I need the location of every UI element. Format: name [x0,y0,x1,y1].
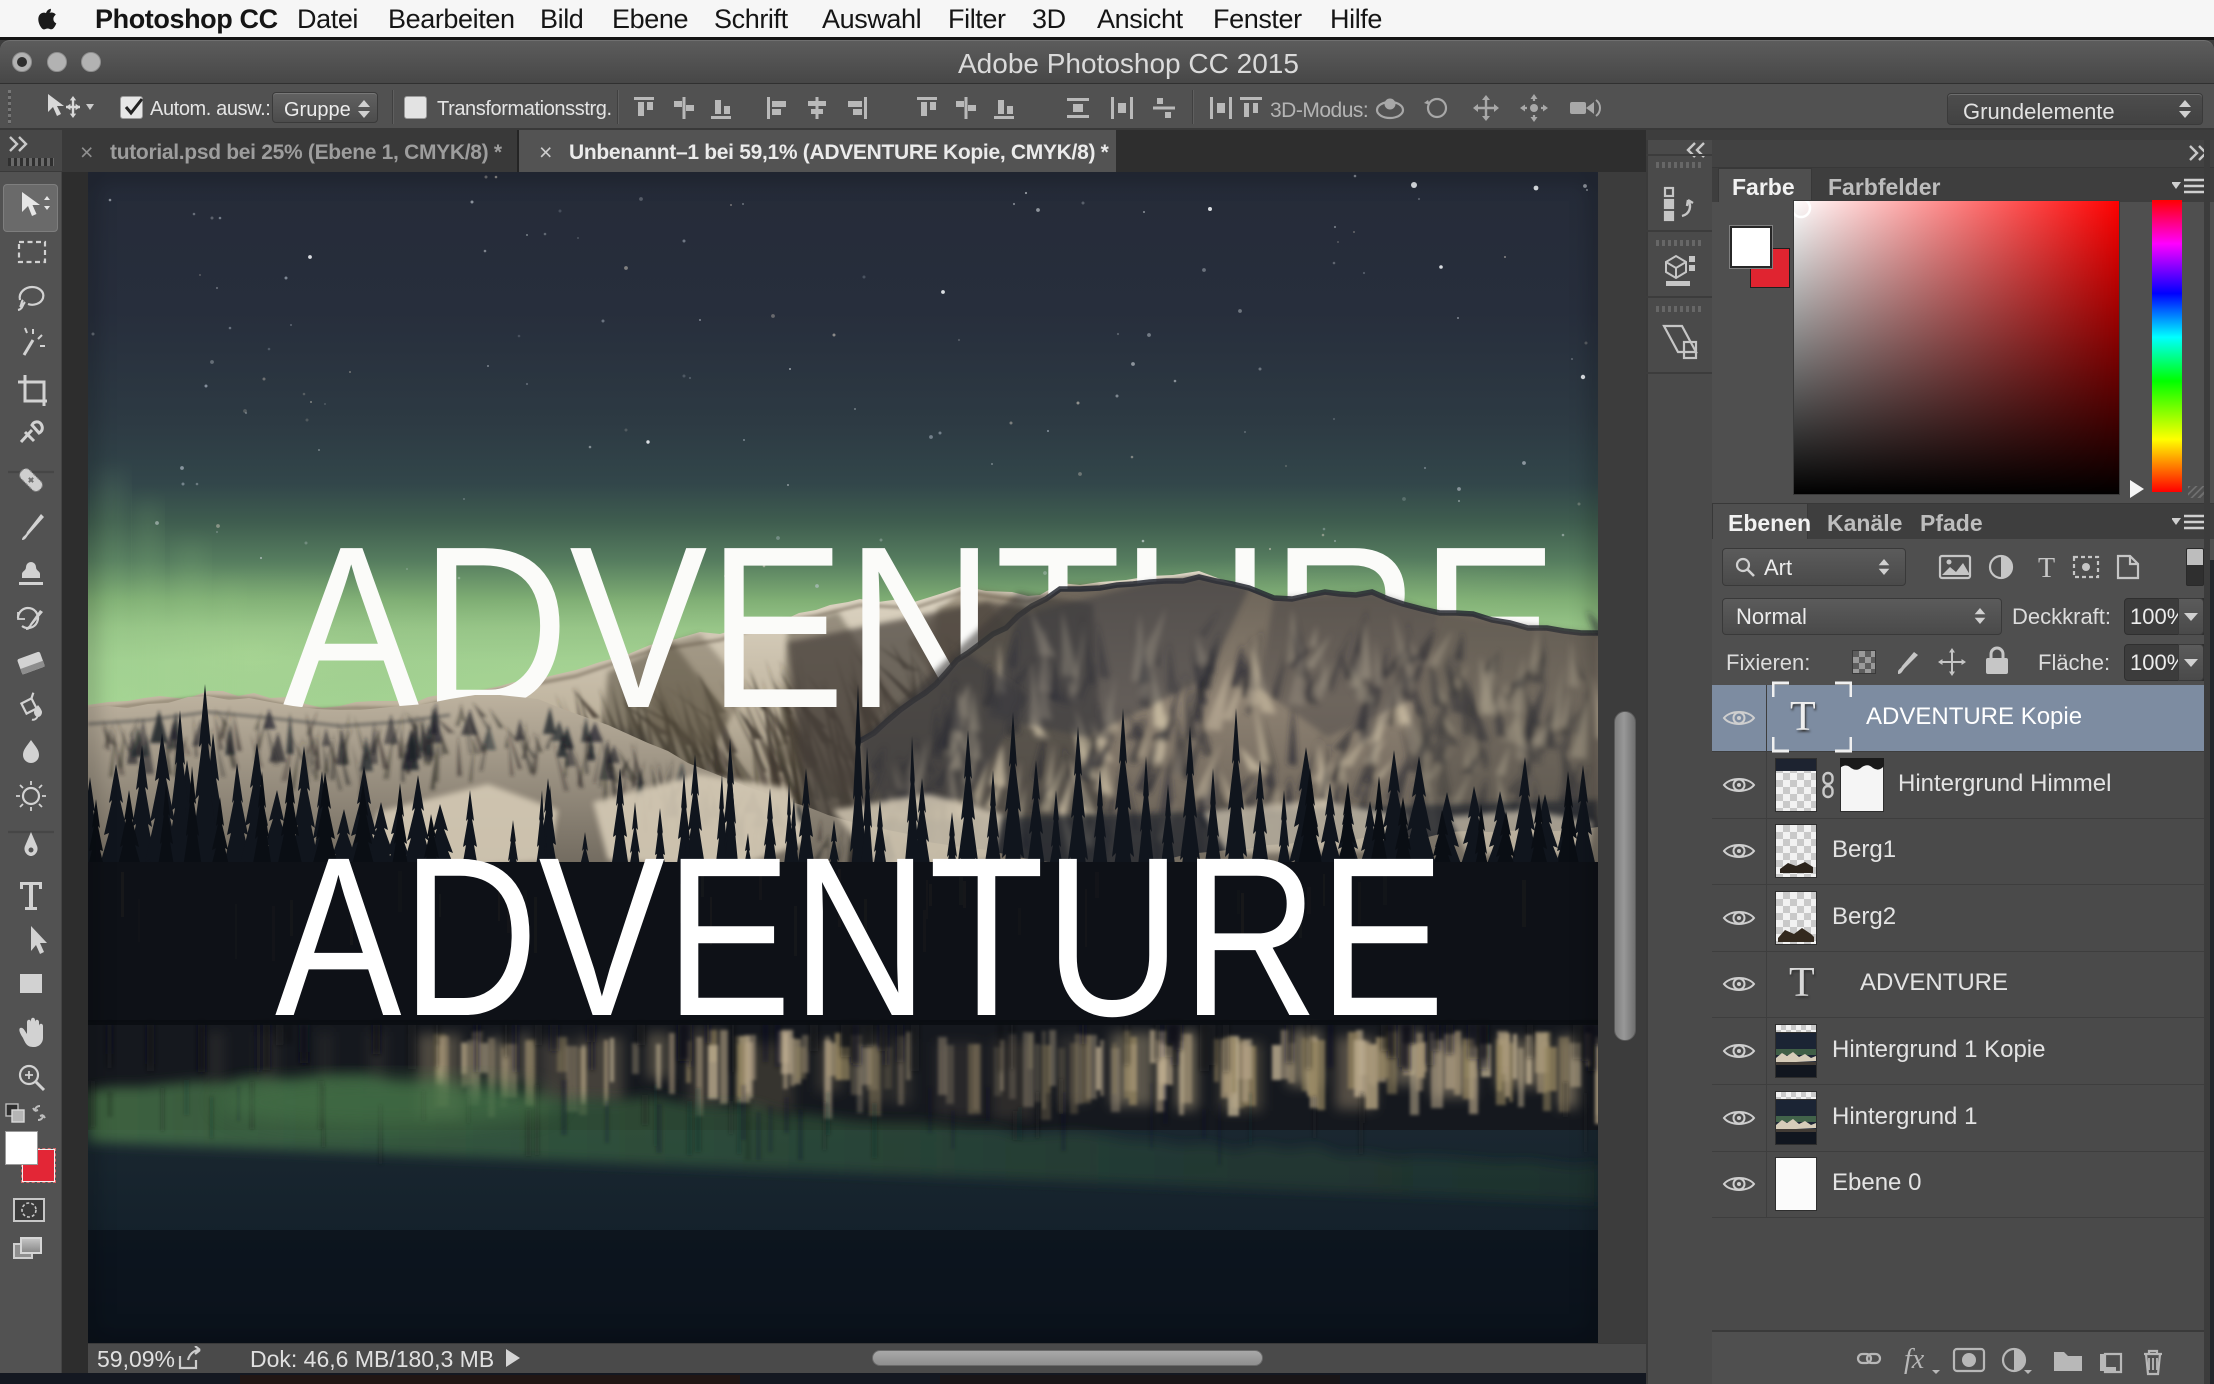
svg-text:ADVENTURE: ADVENTURE [275,811,1445,1064]
svg-text:T: T [2038,553,2055,583]
svg-text:fx: fx [1904,1344,1925,1375]
